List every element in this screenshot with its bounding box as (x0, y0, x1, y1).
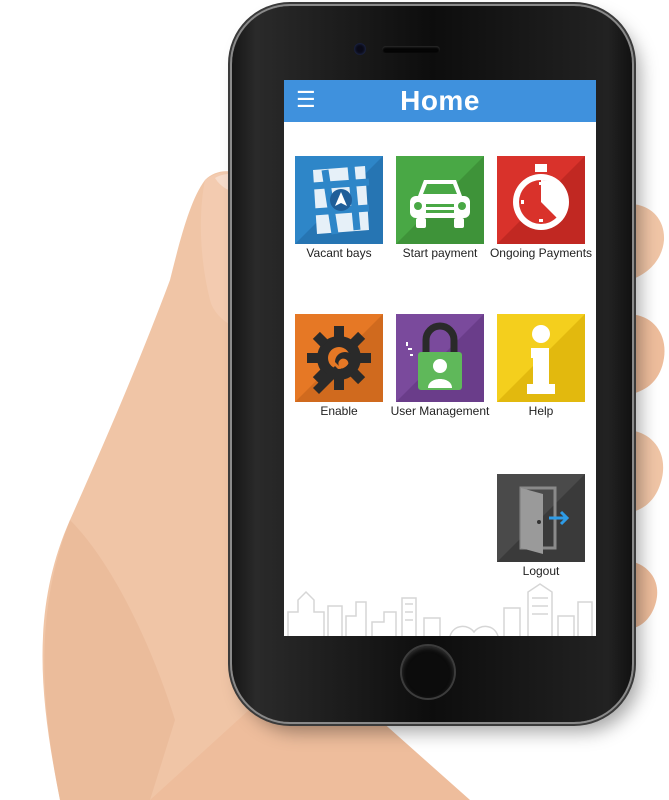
ongoing-payments-tile[interactable]: Ongoing Payments (486, 156, 596, 260)
help-tile[interactable]: Help (486, 314, 596, 418)
earpiece-speaker (382, 46, 440, 53)
info-icon (497, 314, 585, 402)
user-management-tile[interactable]: User Management (385, 314, 495, 418)
phone-screen: ☰ Home Vacant bays Start payment Ongoing… (284, 80, 596, 636)
front-camera (354, 43, 366, 55)
enable-tile[interactable]: Enable (284, 314, 394, 418)
map-navigation-icon (295, 156, 383, 244)
user-lock-icon (396, 314, 484, 402)
tile-label: Ongoing Payments (489, 246, 593, 260)
tile-label: Enable (320, 404, 358, 418)
vacant-bays-tile[interactable]: Vacant bays (284, 156, 394, 260)
page-title: Home (400, 85, 480, 116)
phone-device: ☰ Home Vacant bays Start payment Ongoing… (232, 6, 632, 722)
car-icon (396, 156, 484, 244)
logout-tile[interactable]: Logout (486, 474, 596, 578)
logout-door-icon (497, 474, 585, 562)
tile-label: User Management (390, 404, 490, 418)
home-button[interactable] (402, 646, 454, 698)
city-skyline-decoration (287, 583, 593, 636)
stopwatch-icon (497, 156, 585, 244)
start-payment-tile[interactable]: Start payment (385, 156, 495, 260)
tile-label: Vacant bays (306, 246, 372, 260)
gear-wrench-icon (295, 314, 383, 402)
app-bar: ☰ Home (284, 80, 596, 122)
tile-label: Start payment (402, 246, 478, 260)
tile-label: Help (528, 404, 554, 418)
